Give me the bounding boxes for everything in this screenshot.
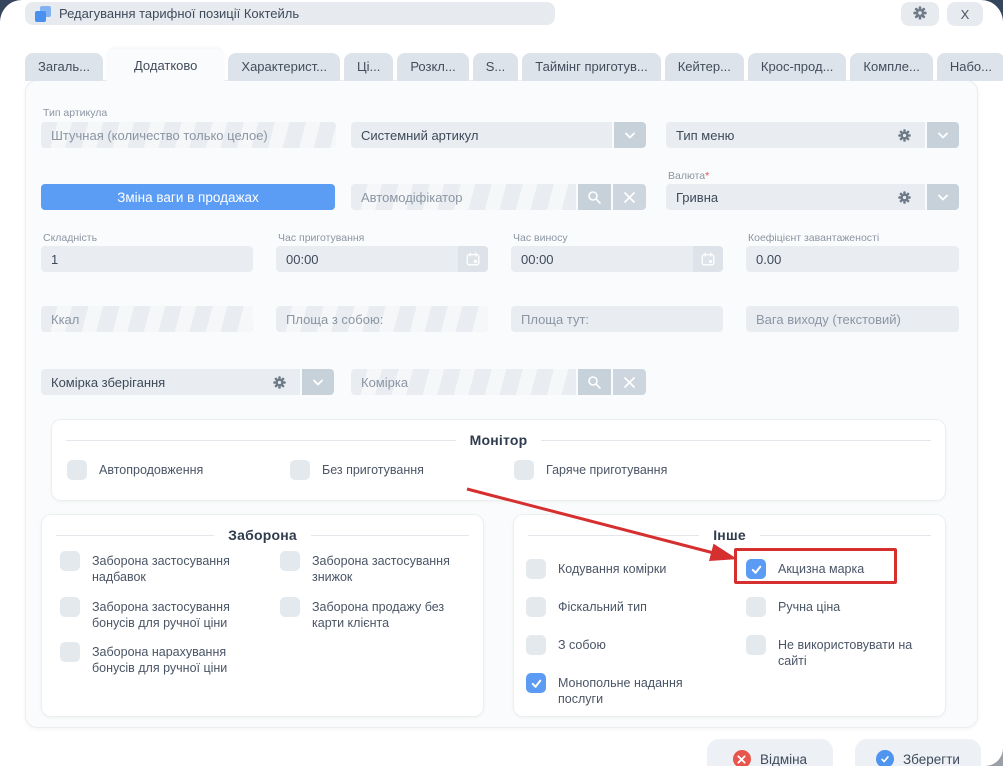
checkbox-prohibit-accrual-bonuses-manual-price[interactable]: Заборона нарахування бонусів для ручної … [60, 642, 260, 677]
complexity-field[interactable]: 1 [41, 246, 253, 272]
calendar-icon[interactable] [458, 246, 488, 272]
load-factor-field[interactable]: 0.00 [746, 246, 959, 272]
tab-characteristics[interactable]: Характерист... [228, 53, 340, 81]
takeout-time-label: Час виносу [513, 232, 568, 244]
storage-cell-select[interactable]: Комірка зберігання [41, 369, 334, 395]
automodifier-search-field[interactable]: Автомодіфікатор [351, 184, 646, 210]
prohibitions-section-title: Заборона [56, 527, 469, 543]
search-icon[interactable] [578, 184, 611, 210]
checkbox-box[interactable] [746, 635, 766, 655]
checkbox-no-cooking[interactable]: Без приготування [290, 460, 514, 480]
gear-icon [912, 5, 928, 24]
checkbox-manual-price[interactable]: Ручна ціна [746, 597, 941, 617]
required-asterisk: * [705, 170, 709, 182]
checkbox-box[interactable] [526, 673, 546, 693]
monitor-section: Монітор Автопродовження Без приготування… [51, 419, 946, 501]
tab-content-panel: Тип артикула Штучная (количество только … [25, 80, 978, 728]
search-icon[interactable] [578, 369, 611, 395]
checkbox-box[interactable] [746, 597, 766, 617]
other-section: Інше Кодування комірки Фіскальний тип З … [513, 514, 946, 717]
edit-tariff-dialog: Редагування тарифної позиції Коктейль X … [0, 0, 1003, 766]
chevron-down-icon[interactable] [302, 369, 334, 395]
cancel-x-icon [733, 750, 751, 766]
clear-icon[interactable] [613, 369, 646, 395]
clear-icon[interactable] [613, 184, 646, 210]
weight-output-field[interactable]: Вага виходу (текстовий) [746, 306, 959, 332]
checkbox-prohibit-sale-without-client-card[interactable]: Заборона продажу без карти клієнта [280, 597, 475, 632]
dialog-settings-button[interactable] [901, 2, 939, 26]
checkbox-not-use-on-site[interactable]: Не використовувати на сайті [746, 635, 941, 670]
area-togo-field[interactable]: Площа з собою: [276, 306, 488, 332]
gear-icon[interactable] [893, 186, 915, 208]
tab-cross-sale[interactable]: Крос-прод... [748, 53, 847, 81]
checkbox-fiscal-type[interactable]: Фіскальний тип [526, 597, 736, 617]
checkbox-box[interactable] [290, 460, 310, 480]
save-button[interactable]: Зберегти [855, 739, 981, 766]
cooking-time-field[interactable]: 00:00 [276, 246, 488, 272]
checkbox-monopoly-service[interactable]: Монопольне надання послуги [526, 673, 736, 708]
artikul-type-label: Тип артикула [43, 107, 107, 119]
weight-change-button[interactable]: Зміна ваги в продажах [41, 184, 335, 210]
dialog-titlebar: Редагування тарифної позиції Коктейль [25, 2, 555, 25]
tab-schedule[interactable]: Розкл... [397, 53, 468, 81]
artikul-type-field[interactable]: Штучная (количество только целое) [41, 122, 336, 148]
takeout-time-field[interactable]: 00:00 [511, 246, 723, 272]
checkbox-box[interactable] [526, 635, 546, 655]
cell-search-field[interactable]: Комірка [351, 369, 646, 395]
checkbox-prohibit-discounts[interactable]: Заборона застосування знижок [280, 551, 475, 586]
checkbox-box[interactable] [526, 597, 546, 617]
tab-additional[interactable]: Додатково [107, 49, 224, 82]
area-here-field[interactable]: Площа тут: [511, 306, 723, 332]
layers-icon [35, 6, 51, 22]
tab-prices[interactable]: Ці... [344, 53, 393, 81]
chevron-down-icon[interactable] [614, 122, 646, 148]
complexity-label: Складність [43, 232, 97, 244]
tab-bar: Загаль... Додатково Характерист... Ці...… [25, 48, 983, 81]
checkbox-box[interactable] [526, 559, 546, 579]
dialog-close-button[interactable]: X [947, 2, 983, 26]
checkbox-prohibit-surcharges[interactable]: Заборона застосування надбавок [60, 551, 260, 586]
tab-cooking-timing[interactable]: Таймінг приготув... [522, 53, 660, 81]
tab-catering[interactable]: Кейтер... [665, 53, 744, 81]
checkbox-togo[interactable]: З собою [526, 635, 736, 655]
checkbox-auto-continue[interactable]: Автопродовження [67, 460, 290, 480]
checkbox-box[interactable] [280, 551, 300, 571]
gear-icon[interactable] [893, 124, 915, 146]
currency-select[interactable]: Гривна [666, 184, 959, 210]
load-factor-label: Коефіцієнт завантаженості [748, 232, 879, 244]
chevron-down-icon[interactable] [927, 122, 959, 148]
checkbox-box[interactable] [67, 460, 87, 480]
checkbox-excise-stamp[interactable]: Акцизна марка [746, 559, 941, 579]
kcal-field[interactable]: Ккал [41, 306, 253, 332]
checkbox-box[interactable] [280, 597, 300, 617]
checkbox-hot-cooking[interactable]: Гаряче приготування [514, 460, 667, 480]
tab-s[interactable]: S... [473, 53, 519, 81]
calendar-icon[interactable] [693, 246, 723, 272]
save-check-icon [876, 750, 894, 766]
other-section-title: Інше [528, 527, 931, 543]
system-artikul-select[interactable]: Системний артикул [351, 122, 646, 148]
tab-general[interactable]: Загаль... [25, 53, 103, 81]
checkbox-box[interactable] [746, 559, 766, 579]
gear-icon[interactable] [268, 371, 290, 393]
prohibitions-section: Заборона Заборона застосування надбавок … [41, 514, 484, 717]
menu-type-select[interactable]: Тип меню [666, 122, 959, 148]
tab-sets[interactable]: Набо... [937, 53, 1003, 81]
currency-label: Валюта* [668, 170, 709, 182]
cancel-button[interactable]: Відміна [707, 739, 833, 766]
checkbox-box[interactable] [514, 460, 534, 480]
chevron-down-icon[interactable] [927, 184, 959, 210]
checkbox-box[interactable] [60, 642, 80, 662]
dialog-title: Редагування тарифної позиції Коктейль [59, 6, 299, 21]
monitor-section-title: Монітор [66, 432, 931, 448]
tab-complex[interactable]: Компле... [850, 53, 932, 81]
checkbox-box[interactable] [60, 551, 80, 571]
cooking-time-label: Час приготування [278, 232, 364, 244]
checkbox-box[interactable] [60, 597, 80, 617]
checkbox-cell-coding[interactable]: Кодування комірки [526, 559, 736, 579]
checkbox-prohibit-bonuses-manual-price[interactable]: Заборона застосування бонусів для ручної… [60, 597, 260, 632]
